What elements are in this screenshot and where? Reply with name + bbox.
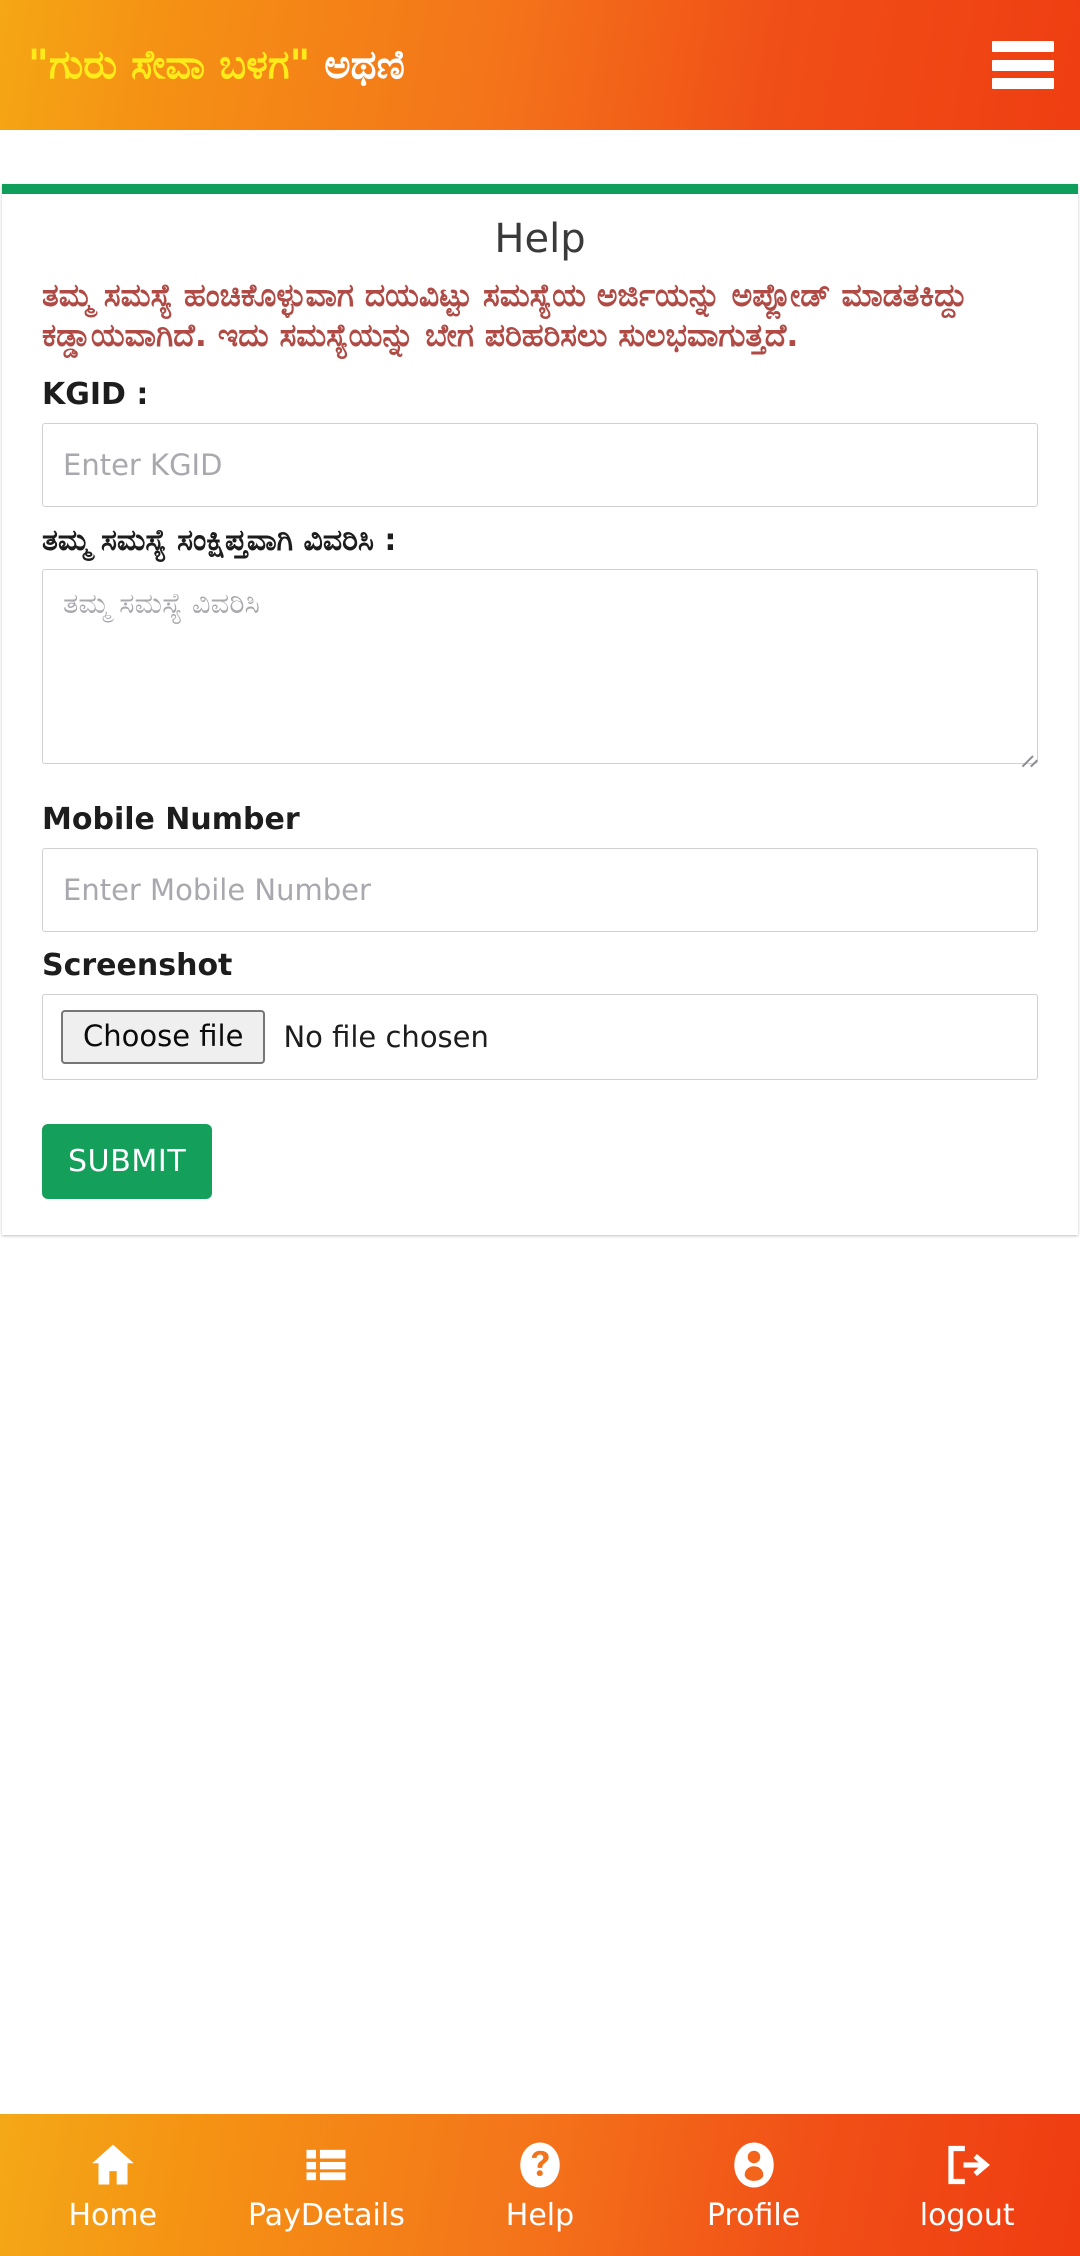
content-area: Help ತಮ್ಮ ಸಮಸ್ಯೆ ಹಂಚಿಕೊಳ್ಳುವಾಗ ದಯವಿಟ್ಟು … [0, 130, 1080, 2256]
screenshot-file-input[interactable]: Choose file No file chosen [42, 993, 1038, 1080]
app-title-quoted: "ಗುರು ಸೇವಾ ಬಳಗ" [28, 42, 311, 88]
choose-file-button[interactable]: Choose file [61, 1009, 266, 1064]
nav-item-home[interactable]: Home [6, 2139, 220, 2231]
nav-item-paydetails[interactable]: PayDetails [220, 2139, 434, 2231]
problem-textarea[interactable] [42, 568, 1038, 764]
user-circle-icon [728, 2139, 780, 2191]
kgid-input[interactable] [42, 422, 1038, 507]
help-card: Help ತಮ್ಮ ಸಮಸ್ಯೆ ಹಂಚಿಕೊಳ್ಳುವಾಗ ದಯವಿಟ್ಟು … [2, 184, 1078, 1235]
hamburger-menu-icon[interactable] [992, 41, 1054, 89]
app-screen: "ಗುರು ಸೇವಾ ಬಳಗ" ಅಥಣಿ Help ತಮ್ಮ ಸಮಸ್ಯೆ ಹಂ… [0, 0, 1080, 2256]
list-icon [300, 2139, 352, 2191]
nav-label-home: Home [68, 2198, 158, 2233]
nav-item-profile[interactable]: Profile [647, 2139, 861, 2231]
nav-item-help[interactable]: Help [433, 2139, 647, 2231]
help-notice-text: ತಮ್ಮ ಸಮಸ್ಯೆ ಹಂಚಿಕೊಳ್ಳುವಾಗ ದಯವಿಟ್ಟು ಸಮಸ್ಯ… [42, 278, 968, 355]
mobile-input[interactable] [42, 847, 1038, 932]
app-header: "ಗುರು ಸೇವಾ ಬಳಗ" ಅಥಣಿ [0, 0, 1080, 130]
question-circle-icon [514, 2139, 566, 2191]
nav-label-help: Help [505, 2198, 575, 2233]
home-icon [87, 2139, 139, 2191]
nav-label-profile: Profile [706, 2198, 801, 2233]
submit-button[interactable]: SUBMIT [42, 1123, 213, 1199]
nav-label-logout: logout [919, 2198, 1015, 2233]
file-chosen-status: No file chosen [283, 1019, 489, 1054]
hamburger-bar-1 [992, 41, 1054, 52]
page-title: "ಗುರು ಸೇವಾ ಬಳಗ" ಅಥಣಿ [28, 42, 405, 88]
screenshot-label: Screenshot [42, 947, 233, 983]
problem-label: ತಮ್ಮ ಸಮಸ್ಯೆ ಸಂಕ್ಷಿಪ್ತವಾಗಿ ವಿವರಿಸಿ : [42, 522, 397, 558]
problem-textarea-wrap [42, 568, 1038, 767]
hamburger-bar-2 [992, 59, 1054, 71]
nav-label-paydetails: PayDetails [247, 2198, 405, 2233]
submit-row: SUBMIT [42, 1123, 1038, 1199]
app-title-plain: ಅಥಣಿ [310, 42, 405, 88]
bottom-navigation: Home PayDetails Help Profile logout [0, 2114, 1080, 2256]
kgid-label: KGID : [42, 376, 149, 412]
nav-item-logout[interactable]: logout [860, 2139, 1074, 2231]
logout-icon [941, 2139, 993, 2191]
card-title: Help [494, 216, 586, 262]
hamburger-bar-3 [992, 78, 1054, 89]
mobile-label: Mobile Number [42, 801, 300, 837]
